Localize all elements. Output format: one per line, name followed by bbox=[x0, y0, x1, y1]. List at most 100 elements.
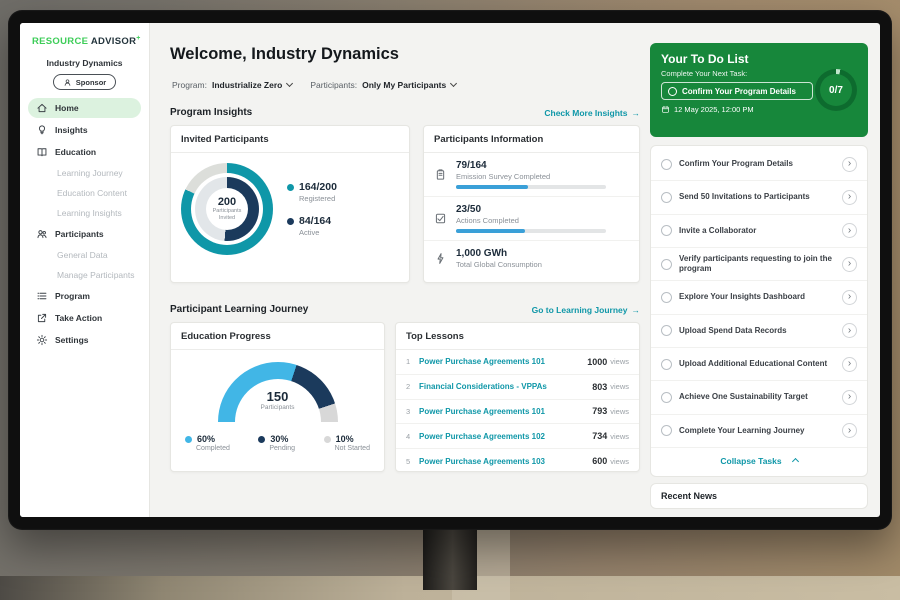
info-label: Emission Survey Completed bbox=[456, 172, 606, 181]
lesson-link[interactable]: Power Purchase Agreements 101 bbox=[419, 357, 587, 366]
task-row-achieve-one-sustainability-target[interactable]: Achieve One Sustainability Target › bbox=[651, 381, 867, 414]
sidebar-item-participants[interactable]: Participants bbox=[28, 224, 141, 244]
sidebar-item-program[interactable]: Program bbox=[28, 286, 141, 306]
sidebar-item-education-content[interactable]: Education Content bbox=[28, 184, 141, 202]
task-open-button[interactable]: › bbox=[842, 390, 857, 405]
legend-item: 60%Completed bbox=[185, 434, 230, 452]
task-checkbox[interactable] bbox=[661, 225, 672, 236]
sidebar-item-general-data[interactable]: General Data bbox=[28, 246, 141, 264]
section-title-learning-journey: Participant Learning Journey bbox=[170, 304, 308, 315]
sidebar-item-label: Program bbox=[55, 291, 90, 301]
lesson-link[interactable]: Power Purchase Agreements 102 bbox=[419, 432, 592, 441]
next-task-box[interactable]: Confirm Your Program Details bbox=[661, 82, 813, 100]
program-filter-value: Industrialize Zero bbox=[212, 80, 282, 90]
collapse-tasks-link[interactable]: Collapse Tasks bbox=[651, 448, 867, 474]
lesson-row: 4Power Purchase Agreements 102734views bbox=[396, 424, 639, 449]
task-label: Invite a Collaborator bbox=[679, 226, 835, 236]
sidebar-item-home[interactable]: Home bbox=[28, 98, 141, 118]
info-label: Total Global Consumption bbox=[456, 260, 542, 269]
legend-item: 30%Pending bbox=[258, 434, 295, 452]
task-checkbox[interactable] bbox=[661, 292, 672, 303]
invited-legend: 164/200Registered 84/164Active bbox=[287, 181, 337, 237]
task-open-button[interactable]: › bbox=[842, 357, 857, 372]
legend-item: 164/200Registered bbox=[287, 181, 337, 203]
legend-label: Active bbox=[299, 228, 337, 237]
sidebar-item-learning-insights[interactable]: Learning Insights bbox=[28, 204, 141, 222]
sidebar-item-insights[interactable]: Insights bbox=[28, 120, 141, 140]
recent-news-card[interactable]: Recent News bbox=[650, 483, 868, 509]
task-open-button[interactable]: › bbox=[842, 157, 857, 172]
sidebar-item-take-action[interactable]: Take Action bbox=[28, 308, 141, 328]
org-name: Industry Dynamics bbox=[20, 58, 149, 68]
sidebar-nav: HomeInsightsEducation Learning Journey Edu… bbox=[20, 98, 149, 350]
settings-icon bbox=[36, 334, 48, 346]
task-row-confirm-your-program-details[interactable]: Confirm Your Program Details› bbox=[651, 148, 867, 181]
task-open-button[interactable]: › bbox=[842, 290, 857, 305]
sidebar-item-settings[interactable]: Settings bbox=[28, 330, 141, 350]
program-filter-label: Program: bbox=[172, 80, 207, 90]
task-label: Upload Additional Educational Content bbox=[679, 359, 835, 369]
participants-info-body: 79/164Emission Survey Completed23/50Acti… bbox=[424, 153, 639, 276]
task-open-button[interactable]: › bbox=[842, 257, 857, 272]
gauge-center-label: Participants bbox=[218, 404, 338, 411]
todo-summary-card: Your To Do List Complete Your Next Task:… bbox=[650, 43, 868, 137]
progress-bar-fill bbox=[456, 229, 525, 233]
task-label: Achieve One Sustainability Target bbox=[679, 392, 835, 402]
lesson-row: 5Power Purchase Agreements 103600views bbox=[396, 449, 639, 473]
task-checkbox[interactable] bbox=[661, 425, 672, 436]
participants-filter-dropdown[interactable]: Only My Participants bbox=[362, 80, 456, 90]
lesson-link[interactable]: Financial Considerations - VPPAs bbox=[419, 382, 592, 391]
task-checkbox[interactable] bbox=[661, 325, 672, 336]
legend-dot bbox=[287, 218, 294, 225]
go-to-learning-journey-link[interactable]: Go to Learning Journey→ bbox=[532, 305, 640, 315]
lesson-rank: 1 bbox=[406, 357, 419, 366]
task-open-button[interactable]: › bbox=[842, 223, 857, 238]
arrow-right-icon: → bbox=[632, 305, 641, 315]
task-row-invite-a-collaborator[interactable]: Invite a Collaborator › bbox=[651, 215, 867, 248]
program-insights-header: Program Insights Check More Insights→ bbox=[170, 107, 640, 118]
arrow-right-icon: → bbox=[632, 108, 641, 118]
task-row-send-50-invitations-to-participants[interactable]: Send 50 Invitations to Participants› bbox=[651, 181, 867, 214]
check-more-insights-link[interactable]: Check More Insights→ bbox=[544, 108, 640, 118]
legend-dot bbox=[324, 436, 331, 443]
program-filter-dropdown[interactable]: Industrialize Zero bbox=[212, 80, 292, 90]
task-checkbox[interactable] bbox=[661, 259, 672, 270]
recent-news-title: Recent News bbox=[661, 491, 717, 501]
sidebar-item-manage-participants[interactable]: Manage Participants bbox=[28, 266, 141, 284]
donut-center-label: Participants Invited bbox=[209, 208, 245, 221]
takeaction-icon bbox=[36, 312, 48, 324]
task-row-verify-participants-requesting-to-join-the-program[interactable]: Verify participants requesting to join t… bbox=[651, 248, 867, 281]
task-checkbox[interactable] bbox=[661, 192, 672, 203]
sponsor-badge[interactable]: Sponsor bbox=[53, 74, 116, 90]
legend-label: Not Started bbox=[335, 445, 370, 452]
task-open-button[interactable]: › bbox=[842, 323, 857, 338]
task-open-button[interactable]: › bbox=[842, 423, 857, 438]
task-row-complete-your-learning-journey[interactable]: Complete Your Learning Journey› bbox=[651, 415, 867, 448]
lesson-link[interactable]: Power Purchase Agreements 101 bbox=[419, 407, 592, 416]
legend-dot bbox=[258, 436, 265, 443]
todo-title: Your To Do List bbox=[661, 52, 857, 66]
invited-card-body: 200 Participants Invited 164/200Register… bbox=[171, 153, 409, 265]
task-checkbox[interactable] bbox=[661, 359, 672, 370]
lesson-link[interactable]: Power Purchase Agreements 103 bbox=[419, 457, 592, 466]
task-checkbox[interactable] bbox=[661, 392, 672, 403]
monitor-bezel: RESOURCE ADVISOR+ Industry Dynamics Spon… bbox=[8, 10, 892, 530]
sidebar-item-learning-journey[interactable]: Learning Journey bbox=[28, 164, 141, 182]
task-row-explore-your-insights-dashboard[interactable]: Explore Your Insights Dashboard› bbox=[651, 281, 867, 314]
info-row-content: 23/50Actions Completed bbox=[456, 204, 606, 233]
task-checkbox[interactable] bbox=[661, 159, 672, 170]
sidebar-item-label: General Data bbox=[57, 250, 108, 260]
lesson-rank: 2 bbox=[406, 382, 419, 391]
sidebar-item-education[interactable]: Education bbox=[28, 142, 141, 162]
monitor-stand bbox=[423, 526, 477, 590]
legend-item: 84/164Active bbox=[287, 215, 337, 237]
filters-bar: Program: Industrialize Zero Participants… bbox=[172, 80, 456, 90]
task-open-button[interactable]: › bbox=[842, 190, 857, 205]
education-progress-card: Education Progress 150 Participants 60%C… bbox=[170, 322, 385, 472]
task-row-upload-spend-data-records[interactable]: Upload Spend Data Records› bbox=[651, 315, 867, 348]
sidebar-item-label: Learning Journey bbox=[57, 168, 123, 178]
sidebar-item-label: Manage Participants bbox=[57, 270, 135, 280]
legend-dot bbox=[287, 184, 294, 191]
checkbox-icon[interactable] bbox=[668, 87, 677, 96]
task-row-upload-additional-educational-content[interactable]: Upload Additional Educational Content › bbox=[651, 348, 867, 381]
